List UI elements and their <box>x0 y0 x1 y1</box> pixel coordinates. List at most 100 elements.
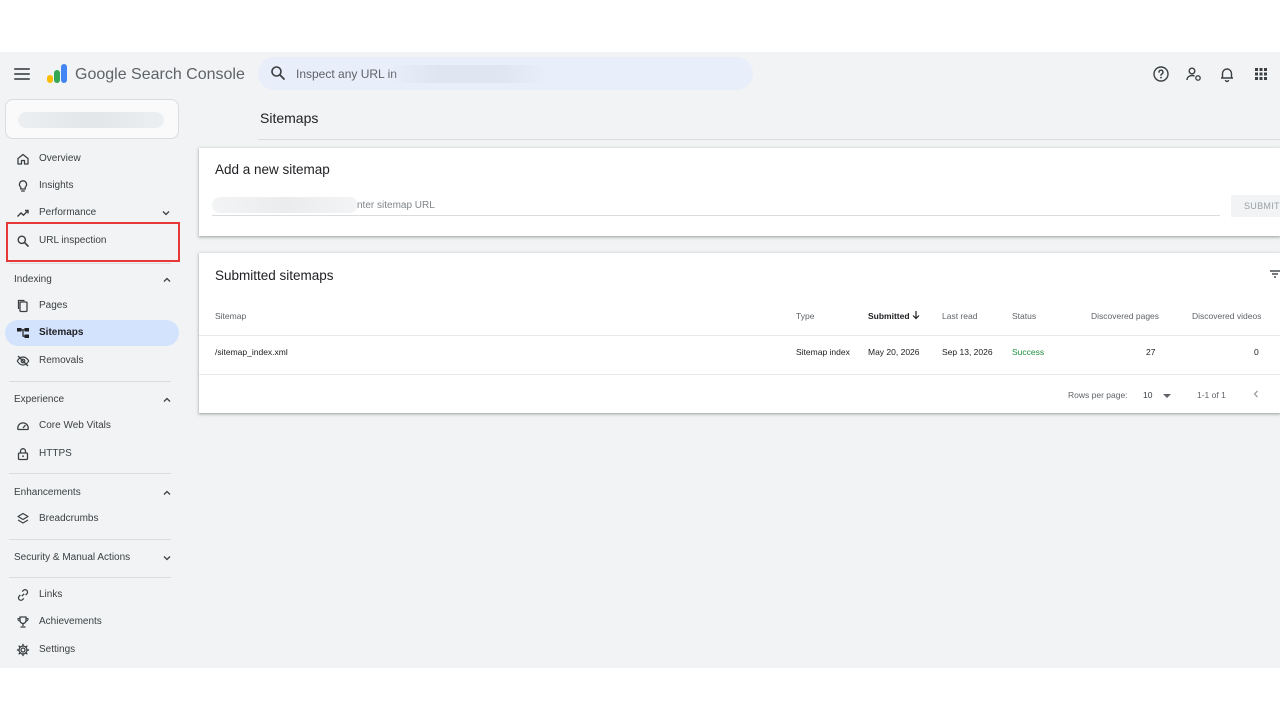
submitted-sitemaps-card: Submitted sitemaps Sitemap Type Submitte… <box>199 253 1280 413</box>
submit-button[interactable]: SUBMIT <box>1231 195 1280 217</box>
section-experience: Experience <box>14 394 65 405</box>
column-header-last-read[interactable]: Last read <box>942 311 977 321</box>
cell-discovered-videos: 0 <box>1254 347 1259 357</box>
property-selector[interactable] <box>5 99 179 139</box>
sidebar-item-performance[interactable]: Performance <box>5 200 179 226</box>
divider <box>9 381 171 382</box>
section-security[interactable]: Security & Manual Actions <box>14 552 130 563</box>
sidebar-item-settings[interactable]: Settings <box>5 637 179 663</box>
cell-discovered-pages: 27 <box>1146 347 1156 357</box>
redacted-property <box>388 65 548 83</box>
chevron-up-icon[interactable] <box>162 488 172 498</box>
sidebar-item-label: Insights <box>39 180 74 191</box>
sidebar-item-label: Links <box>39 589 63 600</box>
divider <box>258 139 1280 140</box>
sidebar-item-label: Overview <box>39 153 81 164</box>
cell-type: Sitemap index <box>796 347 850 357</box>
sitemap-icon <box>17 328 29 338</box>
divider <box>199 374 1280 375</box>
sidebar-item-achievements[interactable]: Achievements <box>5 609 179 635</box>
filter-icon[interactable] <box>1269 269 1280 279</box>
chevron-up-icon[interactable] <box>162 275 172 285</box>
url-inspect-search[interactable] <box>258 57 753 90</box>
chevron-up-icon[interactable] <box>162 395 172 405</box>
app-name: Google Search Console <box>75 66 245 83</box>
add-sitemap-card: Add a new sitemap SUBMIT <box>199 148 1280 236</box>
pages-icon <box>17 299 28 313</box>
sidebar-item-label: Performance <box>39 207 97 218</box>
sidebar-item-removals[interactable]: Removals <box>5 348 179 374</box>
sidebar-item-label: HTTPS <box>39 448 72 459</box>
settings-icon <box>16 643 30 657</box>
card-title: Add a new sitemap <box>215 162 330 177</box>
sidebar-item-label: URL inspection <box>39 235 107 246</box>
sidebar-item-overview[interactable]: Overview <box>5 146 179 172</box>
divider <box>9 263 171 264</box>
cell-submitted: May 20, 2026 <box>868 347 920 357</box>
sidebar-item-url-inspection[interactable]: URL inspection <box>5 228 179 254</box>
chevron-down-icon[interactable] <box>162 553 172 563</box>
column-header-status[interactable]: Status <box>1012 311 1036 321</box>
sitemap-url-input[interactable] <box>357 196 757 214</box>
arrow-down-icon[interactable] <box>911 310 921 320</box>
help-icon[interactable] <box>1152 65 1170 83</box>
sidebar-item-https[interactable]: HTTPS <box>5 441 179 467</box>
sidebar-item-pages[interactable]: Pages <box>5 293 179 319</box>
sidebar-item-label: Achievements <box>39 616 102 627</box>
cell-sitemap[interactable]: /sitemap_index.xml <box>215 347 288 357</box>
divider <box>9 577 171 578</box>
divider <box>199 335 1280 336</box>
breadcrumbs-icon <box>17 512 29 524</box>
page-title: Sitemaps <box>260 110 319 126</box>
dropdown-arrow-icon[interactable] <box>1163 394 1171 398</box>
sidebar-item-insights[interactable]: Insights <box>5 173 179 199</box>
column-header-discovered-videos[interactable]: Discovered videos <box>1192 311 1261 321</box>
cell-last-read: Sep 13, 2026 <box>942 347 993 357</box>
sidebar-item-label: Settings <box>39 644 76 655</box>
sidebar-item-label: Breadcrumbs <box>39 513 99 524</box>
sidebar-item-sitemaps[interactable]: Sitemaps <box>5 320 179 346</box>
cell-status: Success <box>1012 347 1045 357</box>
search-icon <box>17 235 29 247</box>
menu-icon[interactable] <box>13 65 31 83</box>
sidebar-item-label: Core Web Vitals <box>39 420 111 431</box>
redacted-property-name <box>18 112 164 128</box>
chevron-left-icon[interactable] <box>1251 389 1261 399</box>
divider <box>9 473 171 474</box>
link-icon <box>17 589 29 601</box>
pagination-range: 1-1 of 1 <box>1197 390 1226 400</box>
apps-grid-icon[interactable] <box>1252 65 1270 83</box>
section-indexing: Indexing <box>14 274 52 285</box>
trophy-icon <box>17 616 29 628</box>
section-enhancements: Enhancements <box>14 487 81 498</box>
manage-users-icon[interactable] <box>1185 65 1203 83</box>
column-header-sitemap[interactable]: Sitemap <box>215 311 246 321</box>
column-header-type[interactable]: Type <box>796 311 814 321</box>
notifications-icon[interactable] <box>1218 65 1236 83</box>
app-window: Google Search Console Inspect any URL in… <box>0 52 1280 668</box>
lightbulb-icon <box>18 180 28 192</box>
sitemap-url-field[interactable] <box>212 194 1220 216</box>
sidebar-item-breadcrumbs[interactable]: Breadcrumbs <box>5 506 179 532</box>
column-header-discovered-pages[interactable]: Discovered pages <box>1091 311 1159 321</box>
gauge-icon <box>17 422 29 431</box>
chevron-down-icon[interactable] <box>161 208 171 218</box>
card-title: Submitted sitemaps <box>215 268 334 283</box>
sidebar-item-core-web-vitals[interactable]: Core Web Vitals <box>5 413 179 439</box>
search-icon[interactable] <box>270 65 286 81</box>
top-bar: Google Search Console <box>0 52 1280 96</box>
sidebar-item-label: Removals <box>39 355 84 366</box>
sidebar-item-links[interactable]: Links <box>5 582 179 608</box>
sidebar-item-label: Pages <box>39 300 68 311</box>
trending-up-icon <box>17 209 29 217</box>
column-header-submitted[interactable]: Submitted <box>868 311 910 321</box>
divider <box>9 539 171 540</box>
sidebar: Overview Insights Performance URL inspec… <box>0 96 190 668</box>
rows-per-page-label: Rows per page: <box>1068 390 1128 400</box>
home-icon <box>17 153 29 165</box>
lock-icon <box>17 448 29 461</box>
sidebar-item-label: Sitemaps <box>39 327 84 338</box>
rows-per-page-select[interactable]: 10 <box>1143 390 1152 400</box>
search-console-logo[interactable] <box>45 62 69 86</box>
eye-off-icon <box>16 355 30 367</box>
